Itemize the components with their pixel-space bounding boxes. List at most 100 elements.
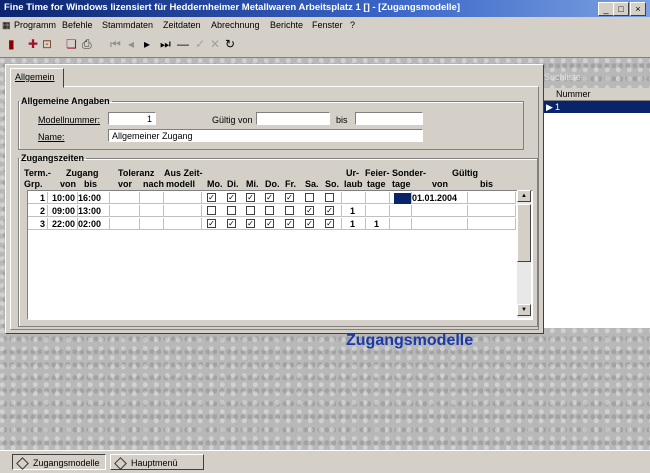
cancel-icon[interactable]: ✕ (210, 37, 220, 51)
day-checkbox[interactable]: ✓ (305, 219, 314, 228)
day-checkbox[interactable]: ✓ (207, 193, 216, 202)
new-record-icon[interactable]: ✚ (28, 37, 38, 51)
cell-gueltig-von[interactable]: 01.01.2004 (412, 192, 468, 204)
cell-urlaub[interactable] (342, 192, 366, 204)
day-checkbox[interactable]: ✓ (246, 219, 255, 228)
cell-modell[interactable] (164, 205, 202, 217)
task-hauptmenue[interactable]: Hauptmenü (110, 454, 204, 470)
cell-nach[interactable] (140, 205, 164, 217)
day-checkbox[interactable]: ✓ (227, 193, 236, 202)
cell-nach[interactable] (140, 192, 164, 204)
menu-stammdaten[interactable]: Stammdaten (102, 20, 153, 30)
cell-sondertage[interactable] (390, 218, 412, 230)
cell-bis[interactable]: 02:00 (78, 218, 110, 230)
cell-feiertage[interactable]: 1 (366, 218, 390, 230)
header-sonder: Sonder- (392, 168, 427, 178)
suchliste-label: Suchliste (544, 72, 581, 82)
search-list-row[interactable]: ▶ 1 (544, 101, 650, 113)
cell-vor[interactable] (110, 205, 140, 217)
last-record-icon[interactable]: ⏭ (160, 37, 171, 51)
title-bar: Fine Time for Windows lizensiert für Hed… (0, 0, 650, 17)
cell-modell[interactable] (164, 192, 202, 204)
day-checkbox[interactable]: ✓ (246, 193, 255, 202)
name-field[interactable]: Allgemeiner Zugang (108, 129, 423, 142)
cell-gueltig-bis[interactable] (468, 192, 516, 204)
scroll-down-button[interactable]: ▼ (517, 304, 531, 316)
refresh-icon[interactable]: ↻ (225, 37, 235, 51)
cell-grp[interactable]: 3 (28, 218, 48, 230)
day-checkbox[interactable]: ✓ (207, 219, 216, 228)
minimize-button[interactable]: _ (598, 2, 614, 16)
close-button[interactable]: × (630, 2, 646, 16)
open-icon[interactable]: ⊡ (42, 37, 52, 51)
day-checkbox[interactable]: ✓ (325, 219, 334, 228)
day-checkbox[interactable]: ✓ (285, 219, 294, 228)
cell-feiertage[interactable] (366, 192, 390, 204)
menu-abrechnung[interactable]: Abrechnung (211, 20, 260, 30)
gueltig-von-field[interactable] (256, 112, 330, 125)
cell-gueltig-von[interactable] (412, 218, 468, 230)
column-nummer: Nummer (556, 89, 591, 99)
confirm-icon[interactable]: ✓ (195, 37, 205, 51)
task-label: Hauptmenü (131, 458, 178, 468)
day-checkbox[interactable]: ✓ (325, 206, 334, 215)
day-checkbox[interactable]: ✓ (305, 206, 314, 215)
cell-bis[interactable]: 13:00 (78, 205, 110, 217)
menu-programm[interactable]: Programm (14, 20, 56, 30)
modellnummer-field[interactable]: 1 (108, 112, 156, 125)
menu-fenster[interactable]: Fenster (312, 20, 343, 30)
cell-feiertage[interactable] (366, 205, 390, 217)
delete-record-icon[interactable]: — (177, 37, 189, 51)
scroll-up-button[interactable]: ▲ (517, 190, 531, 202)
day-checkbox[interactable] (207, 206, 216, 215)
maximize-button[interactable]: □ (613, 2, 629, 16)
day-checkbox[interactable]: ✓ (227, 219, 236, 228)
tab-allgemein[interactable]: Allgemein (10, 68, 64, 88)
table-scrollbar[interactable]: ▲ ▼ (517, 190, 531, 318)
cell-gueltig-bis[interactable] (468, 205, 516, 217)
menu-help[interactable]: ? (350, 20, 355, 30)
cell-von[interactable]: 10:00 (48, 192, 78, 204)
cell-vor[interactable] (110, 218, 140, 230)
task-zugangsmodelle[interactable]: Zugangsmodelle (12, 454, 106, 470)
cell-modell[interactable] (164, 218, 202, 230)
print-icon[interactable]: ⎙ (82, 37, 92, 51)
bis-field[interactable] (355, 112, 423, 125)
header-toleranz: Toleranz (118, 168, 155, 178)
day-checkbox[interactable] (265, 206, 274, 215)
exit-icon[interactable]: ▮ (8, 37, 15, 51)
day-checkbox[interactable] (246, 206, 255, 215)
scroll-thumb[interactable] (517, 204, 531, 262)
app-menu-icon[interactable]: ▦ (2, 20, 11, 31)
row-pointer-icon: ▶ (546, 102, 553, 112)
cell-gueltig-bis[interactable] (468, 218, 516, 230)
day-checkbox[interactable]: ✓ (265, 193, 274, 202)
day-checkbox[interactable] (305, 193, 314, 202)
cell-nach[interactable] (140, 218, 164, 230)
cell-sondertage[interactable] (390, 205, 412, 217)
cell-gueltig-von[interactable] (412, 205, 468, 217)
copy-icon[interactable]: ❏ (66, 37, 77, 51)
cell-urlaub[interactable]: 1 (342, 205, 366, 217)
menu-zeitdaten[interactable]: Zeitdaten (163, 20, 201, 30)
day-checkbox[interactable]: ✓ (285, 193, 294, 202)
day-checkbox[interactable]: ✓ (265, 219, 274, 228)
day-checkbox[interactable] (227, 206, 236, 215)
day-checkbox[interactable] (325, 193, 334, 202)
menu-befehle[interactable]: Befehle (62, 20, 93, 30)
cell-urlaub[interactable]: 1 (342, 218, 366, 230)
cell-von[interactable]: 22:00 (48, 218, 78, 230)
cell-von[interactable]: 09:00 (48, 205, 78, 217)
menu-berichte[interactable]: Berichte (270, 20, 303, 30)
prev-record-icon[interactable]: ◂ (128, 37, 134, 51)
next-record-icon[interactable]: ▸ (144, 37, 150, 51)
cell-grp[interactable]: 2 (28, 205, 48, 217)
first-record-icon[interactable]: ⏮ (110, 37, 121, 51)
day-checkbox[interactable] (285, 206, 294, 215)
search-list-header[interactable]: Nummer (544, 88, 650, 101)
cell-vor[interactable] (110, 192, 140, 204)
task-label: Zugangsmodelle (33, 458, 100, 468)
cell-bis[interactable]: 16:00 (78, 192, 110, 204)
cell-grp[interactable]: 1 (28, 192, 48, 204)
header-modell: modell (166, 179, 196, 189)
